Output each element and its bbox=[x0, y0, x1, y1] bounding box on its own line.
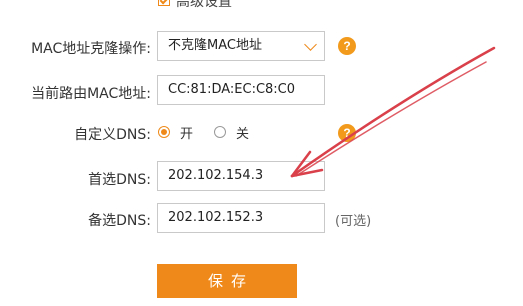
primary-dns-label: 首选DNS: bbox=[88, 172, 151, 188]
mac-clone-selected-value: 不克隆MAC地址 bbox=[168, 38, 262, 53]
help-icon[interactable]: ? bbox=[338, 124, 356, 142]
chevron-down-icon bbox=[304, 38, 317, 51]
custom-dns-on-label: 开 bbox=[180, 127, 194, 142]
secondary-dns-label: 备选DNS: bbox=[88, 213, 151, 229]
primary-dns-field[interactable]: 202.102.154.3 bbox=[157, 161, 325, 191]
save-button[interactable]: 保存 bbox=[157, 264, 297, 298]
router-mac-field[interactable]: CC:81:DA:EC:C8:C0 bbox=[157, 75, 325, 105]
advanced-settings-checkbox[interactable] bbox=[158, 0, 170, 6]
help-icon[interactable]: ? bbox=[338, 37, 356, 55]
custom-dns-on-radio[interactable] bbox=[158, 126, 170, 138]
custom-dns-label: 自定义DNS: bbox=[74, 127, 151, 143]
advanced-settings-label: 高级设置 bbox=[176, 0, 232, 10]
router-mac-label: 当前路由MAC地址: bbox=[31, 86, 151, 102]
mac-clone-label: MAC地址克隆操作: bbox=[31, 41, 151, 57]
custom-dns-off-radio[interactable] bbox=[214, 126, 226, 138]
secondary-dns-field[interactable]: 202.102.152.3 bbox=[157, 203, 325, 233]
mac-clone-select[interactable]: 不克隆MAC地址 bbox=[157, 31, 325, 61]
custom-dns-off-label: 关 bbox=[236, 127, 250, 142]
optional-hint: (可选) bbox=[335, 214, 372, 229]
